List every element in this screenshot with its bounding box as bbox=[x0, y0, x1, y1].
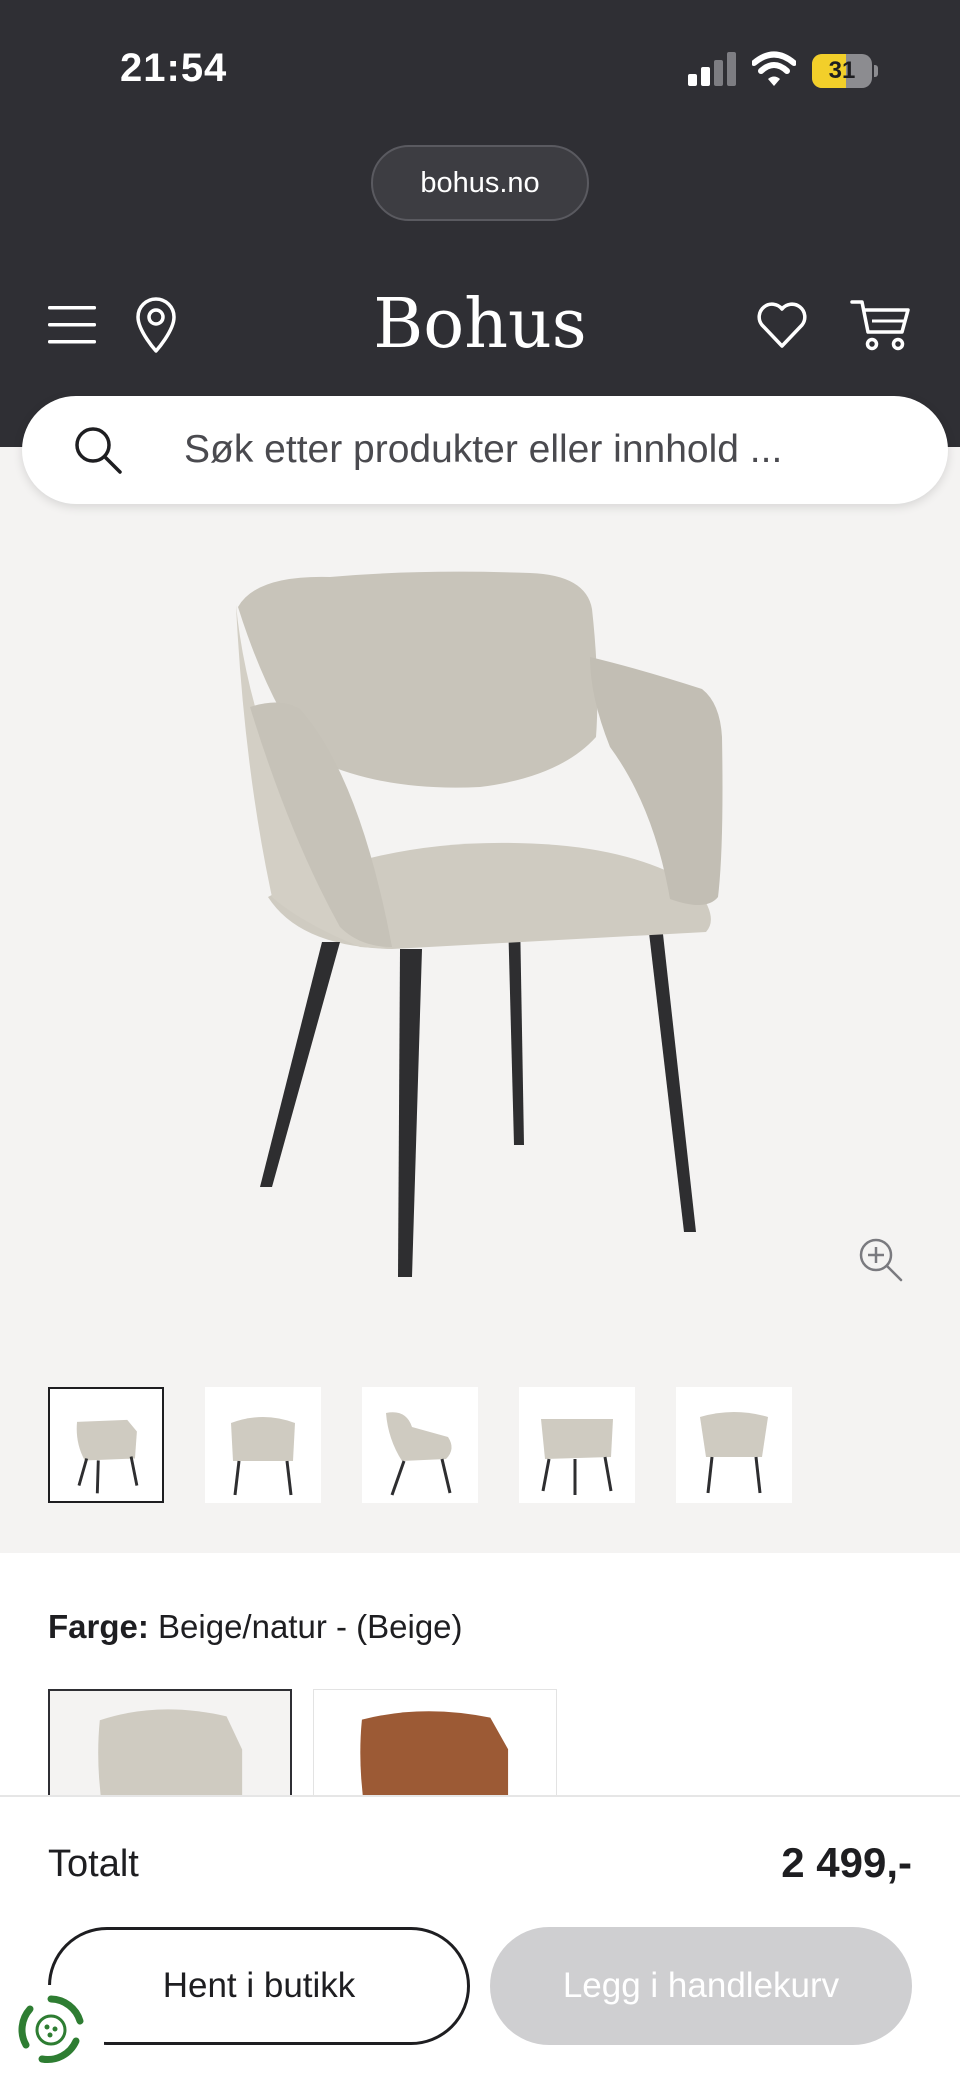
total-price: 2 499,- bbox=[781, 1839, 912, 1886]
battery-indicator: 31 bbox=[812, 54, 878, 88]
browser-url-bar[interactable]: bohus.no bbox=[371, 145, 589, 221]
product-main-image[interactable] bbox=[0, 477, 960, 1347]
zoom-in-icon[interactable] bbox=[855, 1234, 905, 1284]
heart-icon[interactable] bbox=[754, 298, 810, 352]
color-label-row: Farge: Beige/natur - (Beige) bbox=[48, 1608, 463, 1646]
menu-icon[interactable] bbox=[44, 300, 100, 350]
recycle-icon bbox=[18, 1995, 84, 2063]
thumbnail-4[interactable] bbox=[519, 1387, 635, 1503]
battery-body: 31 bbox=[812, 54, 872, 88]
search-bar[interactable] bbox=[22, 396, 948, 504]
battery-level: 31 bbox=[828, 57, 856, 84]
recycle-badge[interactable] bbox=[0, 1985, 104, 2081]
cart-icon[interactable] bbox=[850, 296, 912, 354]
wifi-icon bbox=[752, 51, 796, 86]
search-icon bbox=[75, 427, 122, 474]
pickup-in-store-button[interactable]: Hent i butikk bbox=[48, 1927, 470, 2045]
thumbnail-3[interactable] bbox=[362, 1387, 478, 1503]
brand-logo[interactable]: Bohus bbox=[330, 280, 630, 370]
color-value: Beige/natur - (Beige) bbox=[158, 1608, 463, 1645]
checkout-bar: Totalt 2 499,- Hent i butikk Legg i hand… bbox=[0, 1795, 960, 2081]
thumbnail-1[interactable] bbox=[48, 1387, 164, 1503]
search-input[interactable] bbox=[184, 416, 904, 484]
product-gallery bbox=[0, 447, 960, 1553]
thumbnail-strip bbox=[48, 1387, 948, 1507]
thumbnail-2[interactable] bbox=[205, 1387, 321, 1503]
total-label: Totalt bbox=[48, 1843, 139, 1885]
add-to-cart-button[interactable]: Legg i handlekurv bbox=[490, 1927, 912, 2045]
battery-tip bbox=[874, 65, 878, 77]
status-bar: 21:54 31 bbox=[0, 0, 960, 140]
thumbnail-5[interactable] bbox=[676, 1387, 792, 1503]
status-time: 21:54 bbox=[120, 46, 228, 90]
location-pin-icon[interactable] bbox=[132, 295, 180, 355]
cellular-signal-icon bbox=[688, 52, 736, 86]
color-label: Farge: bbox=[48, 1608, 149, 1645]
color-selector: Farge: Beige/natur - (Beige) bbox=[0, 1553, 960, 1849]
